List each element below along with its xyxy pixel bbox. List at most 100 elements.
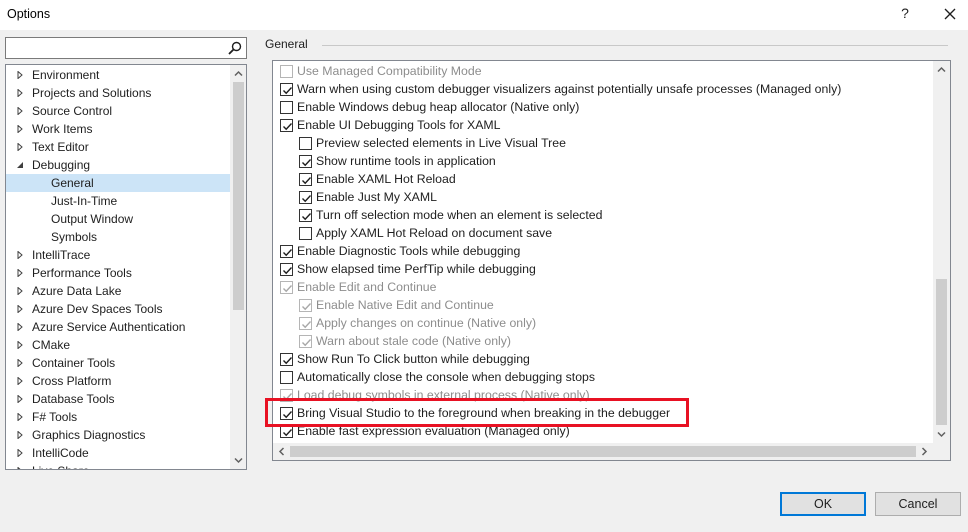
- checkmark-icon: [302, 177, 312, 185]
- option-checkbox[interactable]: [280, 425, 293, 438]
- tree-scrollbar[interactable]: [230, 65, 246, 469]
- checkmark-icon: [283, 249, 293, 257]
- tree-item[interactable]: General: [6, 174, 230, 192]
- collapsed-arrow-icon[interactable]: [16, 305, 24, 313]
- collapsed-arrow-icon[interactable]: [16, 71, 24, 79]
- collapsed-arrow-icon[interactable]: [16, 395, 24, 403]
- option-checkbox[interactable]: [299, 173, 312, 186]
- option-checkbox[interactable]: [299, 155, 312, 168]
- tree-item[interactable]: IntelliCode: [6, 444, 230, 462]
- option-checkbox[interactable]: [299, 227, 312, 240]
- options-scrollbar[interactable]: [933, 61, 950, 443]
- section-title: General: [265, 37, 308, 51]
- tree-item-label: Symbols: [51, 230, 98, 244]
- collapsed-arrow-icon[interactable]: [16, 251, 24, 259]
- tree-item[interactable]: F# Tools: [6, 408, 230, 426]
- option-checkbox: [299, 317, 312, 330]
- tree-item[interactable]: Azure Dev Spaces Tools: [6, 300, 230, 318]
- option-checkbox[interactable]: [299, 209, 312, 222]
- options-hscrollbar[interactable]: [273, 443, 933, 460]
- tree-item[interactable]: Performance Tools: [6, 264, 230, 282]
- option-label: Enable Native Edit and Continue: [316, 298, 494, 312]
- tree-item[interactable]: Projects and Solutions: [6, 84, 230, 102]
- collapsed-arrow-icon[interactable]: [16, 269, 24, 277]
- close-button[interactable]: [940, 5, 960, 23]
- tree-item-label: Container Tools: [32, 356, 116, 370]
- tree-item[interactable]: Container Tools: [6, 354, 230, 372]
- title-bar: Options ?: [0, 0, 968, 30]
- options-list: Use Managed Compatibility Mode Warn when …: [273, 61, 933, 443]
- tree-item[interactable]: Cross Platform: [6, 372, 230, 390]
- option-checkbox: [299, 335, 312, 348]
- scroll-up-icon[interactable]: [232, 67, 245, 80]
- ok-button[interactable]: OK: [780, 492, 866, 516]
- option-checkbox[interactable]: [280, 245, 293, 258]
- options-tree[interactable]: Environment Projects and Solutions Source …: [5, 64, 247, 470]
- option-checkbox[interactable]: [280, 101, 293, 114]
- scroll-down-icon[interactable]: [232, 454, 245, 467]
- tree-item[interactable]: Output Window: [6, 210, 230, 228]
- collapsed-arrow-icon[interactable]: [16, 449, 24, 457]
- scroll-right-icon[interactable]: [918, 445, 931, 458]
- tree-item-label: Text Editor: [32, 140, 89, 154]
- scroll-up-icon[interactable]: [935, 63, 948, 76]
- tree-item[interactable]: Environment: [6, 66, 230, 84]
- cancel-button[interactable]: Cancel: [875, 492, 961, 516]
- collapsed-arrow-icon[interactable]: [16, 467, 24, 469]
- checkmark-icon: [302, 195, 312, 203]
- collapsed-arrow-icon[interactable]: [16, 323, 24, 331]
- collapsed-arrow-icon[interactable]: [16, 359, 24, 367]
- collapsed-arrow-icon[interactable]: [16, 125, 24, 133]
- collapsed-arrow-icon[interactable]: [16, 413, 24, 421]
- option-label: Preview selected elements in Live Visual…: [316, 136, 566, 150]
- option-checkbox[interactable]: [280, 407, 293, 420]
- tree-item[interactable]: Live Share: [6, 462, 230, 469]
- scroll-down-icon[interactable]: [935, 428, 948, 441]
- tree-item-label: F# Tools: [32, 410, 78, 424]
- tree-item[interactable]: Text Editor: [6, 138, 230, 156]
- tree-item[interactable]: Azure Data Lake: [6, 282, 230, 300]
- collapsed-arrow-icon[interactable]: [16, 89, 24, 97]
- option-checkbox[interactable]: [280, 353, 293, 366]
- option-checkbox[interactable]: [299, 137, 312, 150]
- tree-item[interactable]: Just-In-Time: [6, 192, 230, 210]
- collapsed-arrow-icon[interactable]: [16, 377, 24, 385]
- options-hscroll-thumb[interactable]: [290, 446, 916, 457]
- option-checkbox[interactable]: [299, 191, 312, 204]
- collapsed-arrow-icon[interactable]: [16, 143, 24, 151]
- search-icon[interactable]: [227, 40, 243, 56]
- tree-item[interactable]: Database Tools: [6, 390, 230, 408]
- collapsed-arrow-icon[interactable]: [16, 341, 24, 349]
- collapsed-arrow-icon[interactable]: [16, 431, 24, 439]
- tree-item[interactable]: Azure Service Authentication: [6, 318, 230, 336]
- options-scroll-thumb[interactable]: [936, 279, 947, 425]
- tree-item[interactable]: Work Items: [6, 120, 230, 138]
- checkmark-icon: [302, 339, 312, 347]
- collapsed-arrow-icon[interactable]: [16, 107, 24, 115]
- option-checkbox[interactable]: [280, 83, 293, 96]
- tree-list: Environment Projects and Solutions Source …: [6, 65, 230, 469]
- tree-item[interactable]: CMake: [6, 336, 230, 354]
- tree-item[interactable]: Symbols: [6, 228, 230, 246]
- expanded-arrow-icon[interactable]: [16, 161, 24, 169]
- option-label: Enable Diagnostic Tools while debugging: [297, 244, 521, 258]
- tree-item[interactable]: IntelliTrace: [6, 246, 230, 264]
- option-checkbox[interactable]: [280, 263, 293, 276]
- scroll-left-icon[interactable]: [275, 445, 288, 458]
- scroll-corner: [933, 443, 950, 460]
- checkmark-icon: [302, 321, 312, 329]
- option-checkbox[interactable]: [280, 119, 293, 132]
- tree-item[interactable]: Source Control: [6, 102, 230, 120]
- tree-item[interactable]: Debugging: [6, 156, 230, 174]
- tree-item-label: Live Share: [32, 462, 89, 469]
- option-label: Apply XAML Hot Reload on document save: [316, 226, 553, 240]
- search-input[interactable]: [5, 37, 247, 59]
- tree-item-label: IntelliTrace: [32, 248, 91, 262]
- help-button[interactable]: ?: [897, 5, 913, 23]
- tree-scroll-thumb[interactable]: [233, 82, 244, 310]
- tree-item[interactable]: Graphics Diagnostics: [6, 426, 230, 444]
- tree-item-label: Azure Service Authentication: [32, 320, 186, 334]
- option-checkbox[interactable]: [280, 371, 293, 384]
- collapsed-arrow-icon[interactable]: [16, 287, 24, 295]
- option-checkbox: [280, 389, 293, 402]
